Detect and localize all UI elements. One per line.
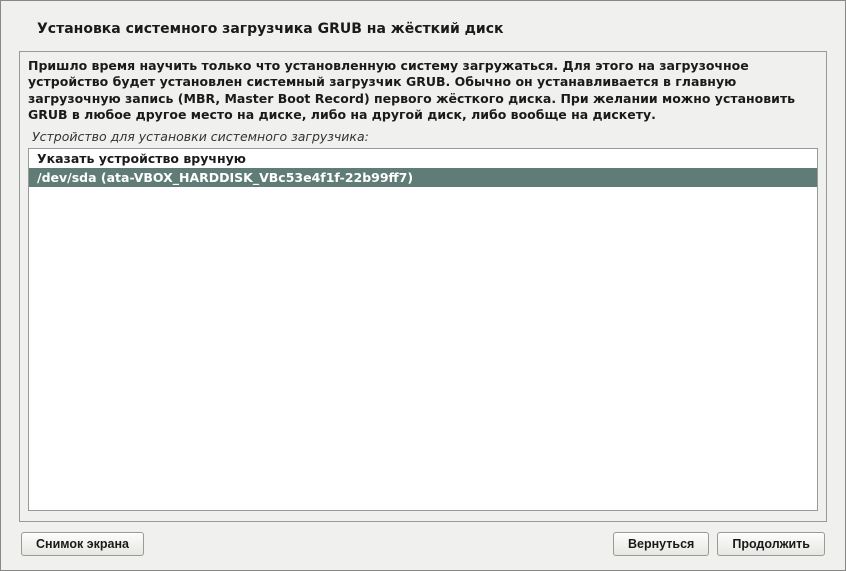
right-button-group: Вернуться Продолжить (613, 532, 825, 556)
list-item-dev-sda[interactable]: /dev/sda (ata-VBOX_HARDDISK_VBc53e4f1f-2… (29, 168, 817, 187)
content-panel: Пришло время научить только что установл… (19, 51, 827, 522)
button-bar: Снимок экрана Вернуться Продолжить (19, 532, 827, 556)
list-item-manual[interactable]: Указать устройство вручную (29, 149, 817, 168)
description-text: Пришло время научить только что установл… (28, 58, 818, 123)
continue-button[interactable]: Продолжить (717, 532, 825, 556)
page-title: Установка системного загрузчика GRUB на … (19, 21, 827, 37)
back-button[interactable]: Вернуться (613, 532, 709, 556)
device-prompt-label: Устройство для установки системного загр… (28, 129, 818, 144)
screenshot-button[interactable]: Снимок экрана (21, 532, 144, 556)
left-button-group: Снимок экрана (21, 532, 144, 556)
device-list[interactable]: Указать устройство вручную /dev/sda (ata… (28, 148, 818, 511)
installer-window: Установка системного загрузчика GRUB на … (0, 0, 846, 571)
